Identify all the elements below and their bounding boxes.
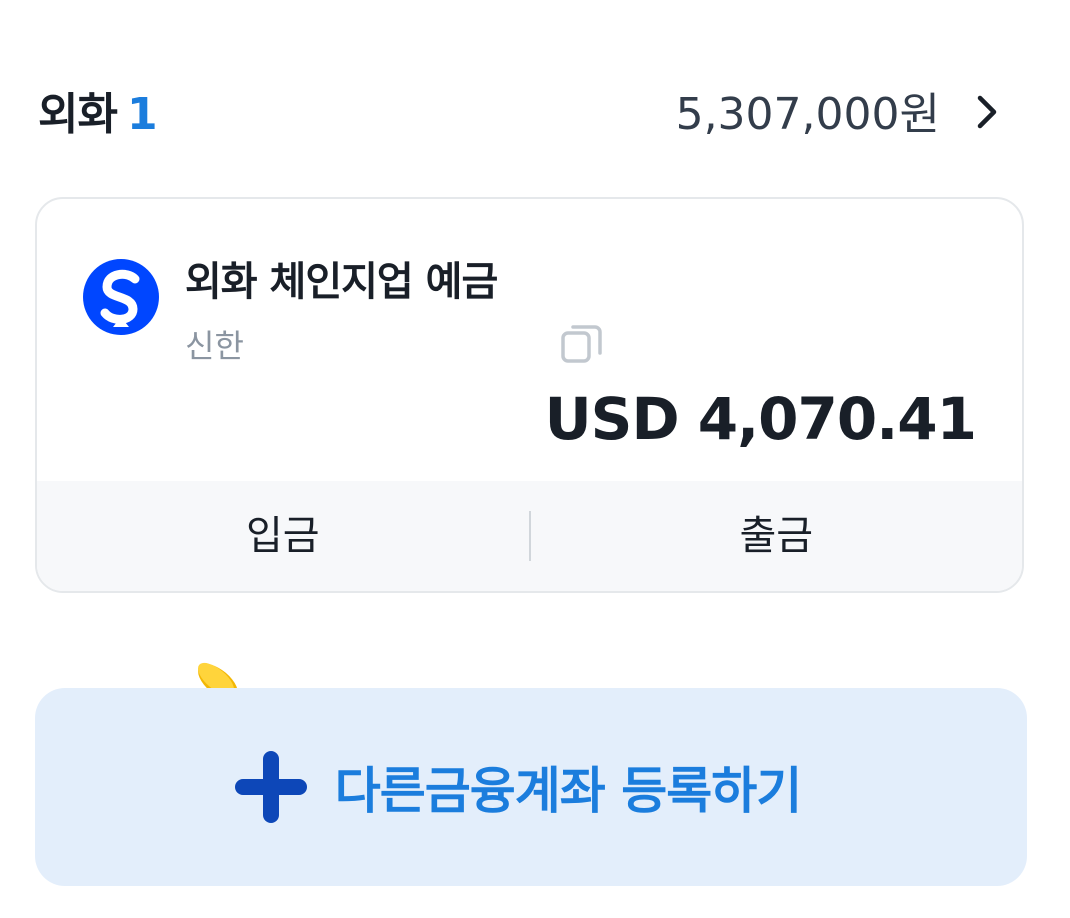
section-title-label: 외화 (38, 89, 118, 140)
account-balance: USD 4,070.41 (544, 385, 977, 453)
deposit-button[interactable]: 입금 (37, 481, 529, 591)
shinhan-logo-icon (83, 259, 159, 335)
chevron-right-icon[interactable] (970, 92, 1004, 132)
register-label: 다른금융계좌 등록하기 (334, 762, 802, 820)
copy-icon[interactable] (559, 321, 605, 367)
account-name: 외화 체인지업 예금 (185, 259, 498, 305)
foreign-currency-section-header[interactable]: 외화 1 5,307,000원 (38, 70, 1010, 150)
register-other-account-button[interactable]: 다른금융계좌 등록하기 (35, 688, 1027, 886)
section-count: 1 (126, 89, 158, 140)
plus-icon (234, 751, 307, 823)
bank-name: 신한 (185, 327, 244, 365)
withdraw-button[interactable]: 출금 (531, 481, 1023, 591)
account-card[interactable]: 외화 체인지업 예금 신한 USD 4,070.41 입금 출금 (35, 197, 1024, 593)
section-total-amount: 5,307,000원 (675, 89, 940, 140)
section-title: 외화 1 (38, 78, 158, 142)
card-actions: 입금 출금 (37, 481, 1022, 591)
